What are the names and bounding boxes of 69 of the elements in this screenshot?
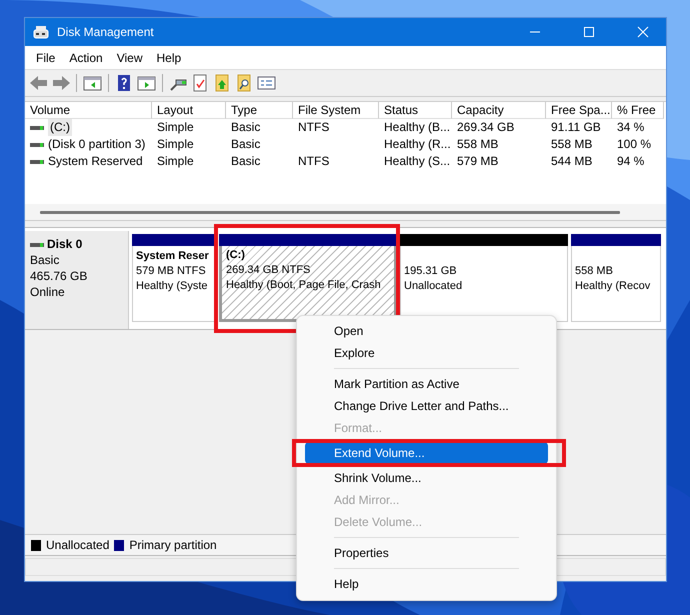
column-header[interactable]: File System bbox=[293, 102, 379, 119]
table-cell: Healthy (B... bbox=[384, 119, 450, 136]
menu-item[interactable]: Action bbox=[62, 48, 110, 66]
table-cell: Basic bbox=[231, 119, 260, 136]
disk-management-icon bbox=[33, 25, 49, 39]
menu-item[interactable]: Change Drive Letter and Paths... bbox=[305, 395, 548, 417]
forward-arrow-icon[interactable] bbox=[51, 74, 70, 92]
partition-name: (C:) bbox=[226, 248, 246, 263]
table-cell[interactable]: (C:) bbox=[48, 119, 72, 136]
pane-icon[interactable] bbox=[83, 74, 102, 92]
table-cell: Healthy (R... bbox=[384, 136, 451, 153]
table-cell: Simple bbox=[157, 153, 194, 170]
table-cell: Basic bbox=[231, 136, 260, 153]
disk-info-panel[interactable]: Disk 0 Basic 465.76 GB Online bbox=[25, 231, 129, 329]
partition-status: Unallocated bbox=[404, 279, 464, 294]
disk-name: Disk 0 bbox=[47, 237, 82, 252]
table-cell: 94 % bbox=[617, 153, 644, 170]
menu-item[interactable]: File bbox=[29, 48, 62, 66]
table-cell: 579 MB bbox=[457, 153, 498, 170]
partition-name: System Reser bbox=[136, 249, 210, 264]
table-cell: Simple bbox=[157, 119, 194, 136]
table-cell: 558 MB bbox=[551, 136, 592, 153]
table-cell: 544 MB bbox=[551, 153, 592, 170]
partition-status: Healthy (Syste bbox=[136, 279, 209, 294]
partition-size: 579 MB NTFS bbox=[136, 264, 207, 279]
column-header[interactable]: Status bbox=[379, 102, 452, 119]
menu-item[interactable]: Help bbox=[305, 573, 548, 595]
table-cell: NTFS bbox=[298, 153, 330, 170]
partition-size: 558 MB bbox=[575, 264, 614, 279]
table-cell: Basic bbox=[231, 153, 260, 170]
disk-size: 465.76 GB bbox=[30, 269, 88, 284]
partition-size: 269.34 GB NTFS bbox=[226, 263, 312, 278]
table-cell[interactable]: (Disk 0 partition 3) bbox=[48, 136, 146, 153]
menu-item[interactable]: Properties bbox=[305, 542, 548, 564]
maximize-icon[interactable] bbox=[583, 26, 595, 38]
column-header[interactable]: Type bbox=[226, 102, 293, 119]
table-cell: 34 % bbox=[617, 119, 644, 136]
menu-item[interactable]: Extend Volume... bbox=[305, 442, 548, 464]
column-header[interactable]: % Free bbox=[612, 102, 664, 119]
column-header[interactable]: Free Spa... bbox=[546, 102, 612, 119]
table-cell: Healthy (S... bbox=[384, 153, 450, 170]
legend-label: Unallocated bbox=[46, 538, 110, 552]
menu-item[interactable]: Explore bbox=[305, 342, 548, 364]
column-header[interactable]: Layout bbox=[152, 102, 226, 119]
table-cell: 100 % bbox=[617, 136, 652, 153]
back-arrow-icon[interactable] bbox=[29, 74, 48, 92]
disk-status: Online bbox=[30, 285, 66, 300]
column-header[interactable]: Capacity bbox=[452, 102, 546, 119]
table-cell: 91.11 GB bbox=[551, 119, 601, 136]
scrollbar[interactable] bbox=[40, 210, 620, 214]
table-cell: Simple bbox=[157, 136, 194, 153]
partition-status: Healthy (Boot, Page File, Crash bbox=[226, 278, 382, 293]
menu-item[interactable]: Open bbox=[305, 320, 548, 342]
properties-icon[interactable] bbox=[257, 74, 276, 92]
disk-type: Basic bbox=[30, 253, 60, 268]
table-cell: 269.34 GB bbox=[457, 119, 514, 136]
menu-item[interactable]: Help bbox=[150, 48, 188, 66]
pane-icon[interactable] bbox=[137, 74, 156, 92]
legend-label: Primary partition bbox=[129, 538, 217, 552]
table-cell[interactable]: System Reserved bbox=[48, 153, 143, 170]
close-icon[interactable] bbox=[637, 26, 649, 38]
table-cell: NTFS bbox=[298, 119, 330, 136]
window-title: Disk Management bbox=[57, 25, 155, 39]
partition-status: Healthy (Recov bbox=[575, 279, 652, 294]
menu-item[interactable]: View bbox=[110, 48, 150, 66]
menu-item[interactable]: Shrink Volume... bbox=[305, 467, 548, 489]
partition-size: 195.31 GB bbox=[404, 264, 458, 279]
table-cell: 558 MB bbox=[457, 136, 498, 153]
menu-item[interactable]: Mark Partition as Active bbox=[305, 373, 548, 395]
